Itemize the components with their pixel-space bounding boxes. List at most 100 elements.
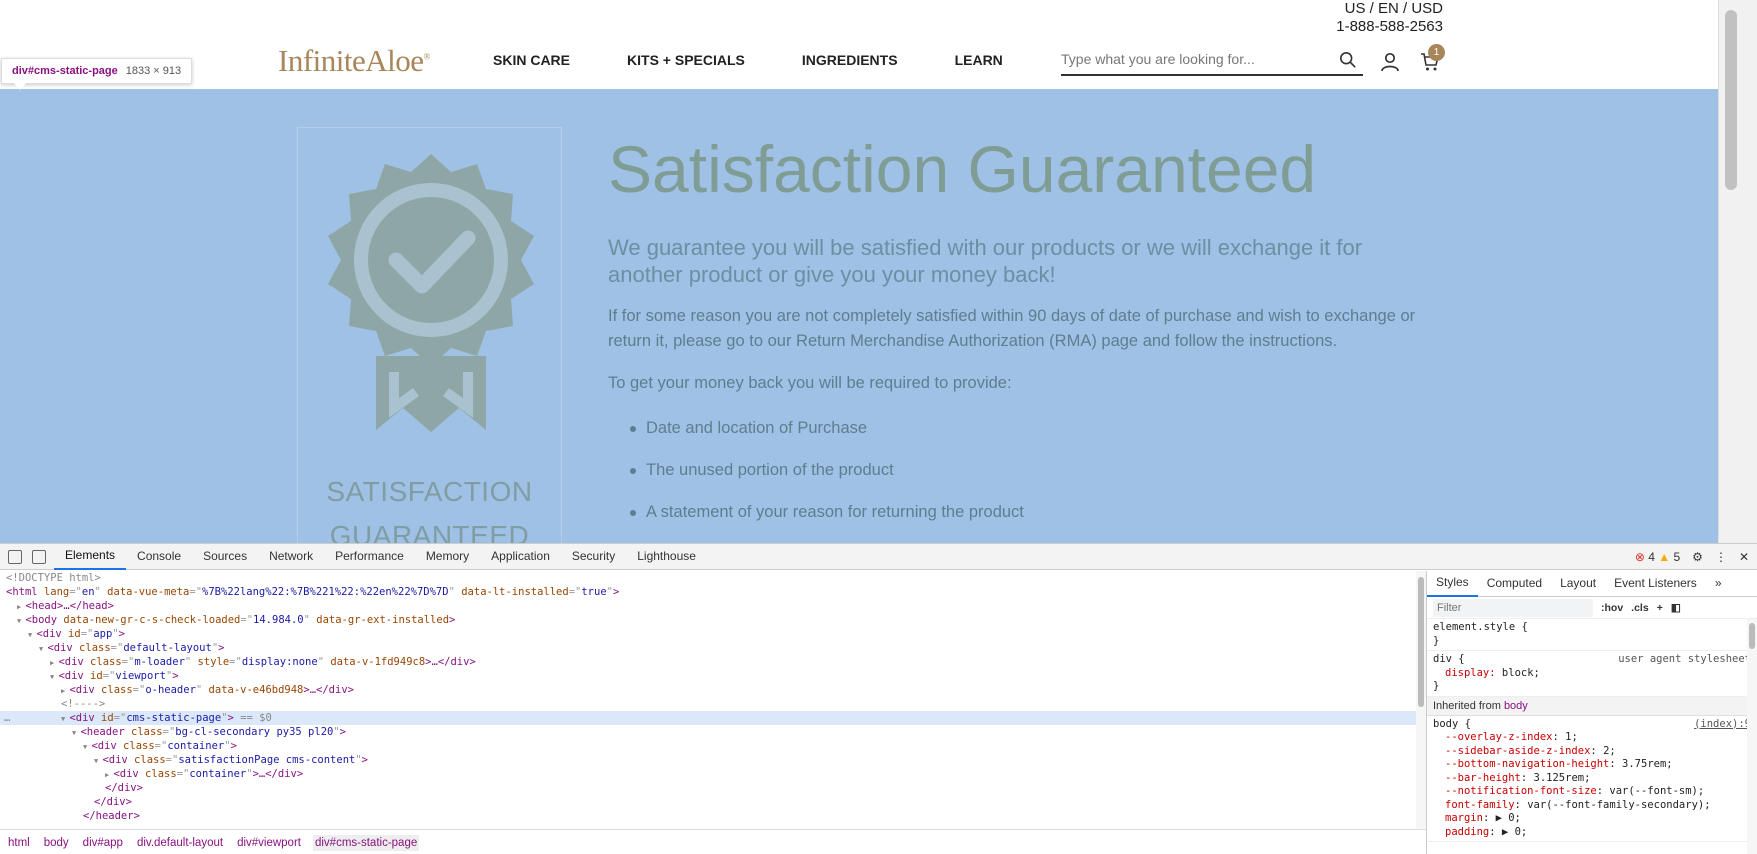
breadcrumb: html body div#app div.default-layout div… [0,829,1426,854]
dom-node-selected[interactable]: … ▼ <div id="cms-static-page"> == $0 [0,711,1416,725]
tab-performance[interactable]: Performance [324,544,415,569]
crumb-app[interactable]: div#app [81,835,125,851]
css-property[interactable]: font-family: var(--font-family-secondary… [1433,799,1751,813]
dom-attr-value: o-header [145,684,196,696]
dom-node[interactable]: ▼ <div id="viewport"> [0,669,1416,683]
new-rule-icon[interactable]: + [1657,602,1663,614]
dom-node[interactable]: ▼ <div class="container"> [0,739,1416,753]
guarantee-lead: We guarantee you will be satisfied with … [608,235,1363,287]
close-icon[interactable]: ✕ [1739,550,1749,564]
hov-toggle[interactable]: :hov [1601,602,1623,614]
tab-application[interactable]: Application [480,544,561,569]
issue-counter[interactable]: ⊗ 4 ▲ 5 [1635,550,1680,564]
dom-node[interactable]: ▶ <head>…</head> [0,599,1416,613]
css-prop-value: 1; [1565,731,1578,743]
element-style-selector[interactable]: element.style { [1433,621,1751,635]
css-property[interactable]: --sidebar-aside-z-index: 2; [1433,745,1751,759]
css-sep: : [1590,744,1604,757]
dom-node[interactable]: ▼ <header class="bg-cl-secondary py35 pl… [0,725,1416,739]
css-property[interactable]: --bottom-navigation-height: 3.75rem; [1433,758,1751,772]
dom-node[interactable]: <html lang="en" data-vue-meta="%7B%22lan… [0,585,1416,599]
dom-node[interactable]: ▼ <body data-new-gr-c-s-check-loaded="14… [0,613,1416,627]
dom-tree-scrollbar[interactable] [1416,571,1426,829]
ua-prop: display [1445,666,1490,679]
dom-attr-name: data-vue-meta [100,586,190,598]
site-logo[interactable]: InfiniteAloe® [278,43,430,79]
tab-network[interactable]: Network [258,544,324,569]
styles-sidebar: Styles Computed Layout Event Listeners »… [1426,571,1757,854]
dom-node[interactable]: ▶ <div class="o-header" data-v-e46bd948>… [0,683,1416,697]
locale-selector[interactable]: US / EN / USD [1336,0,1443,18]
page-scrollbar[interactable] [1718,0,1757,543]
cms-static-page: SATISFACTION GUARANTEED Satisfaction Gua… [0,89,1718,543]
css-property[interactable]: --notification-font-size: var(--font-sm)… [1433,785,1751,799]
tab-memory[interactable]: Memory [415,544,480,569]
tab-event-listeners[interactable]: Event Listeners [1605,571,1706,596]
nav-learn[interactable]: LEARN [955,52,1003,68]
nav-ingredients[interactable]: INGREDIENTS [802,52,898,68]
tab-computed[interactable]: Computed [1478,571,1551,596]
cls-toggle[interactable]: .cls [1631,602,1649,614]
styles-scrollbar[interactable] [1747,619,1757,854]
phone-number[interactable]: 1-888-588-2563 [1336,18,1443,36]
dom-attr-name: class [94,684,133,696]
styles-scrollbar-thumb[interactable] [1749,623,1755,649]
styles-filter-bar: :hov .cls + ◧ [1427,597,1757,619]
css-property[interactable]: --overlay-z-index: 1; [1433,731,1751,745]
tab-console[interactable]: Console [126,544,192,569]
tab-security[interactable]: Security [561,544,626,569]
more-options-icon[interactable]: ⋮ [1715,550,1727,564]
css-prop-value: ▶ 0; [1501,825,1528,838]
dom-tag: <div [69,712,95,724]
dom-tag-close: > [339,726,346,738]
dom-attr-eq: =" [189,586,203,598]
tab-elements[interactable]: Elements [54,543,127,570]
search-input[interactable] [1061,45,1331,73]
crumb-viewport[interactable]: div#viewport [235,835,303,851]
nav-skin-care[interactable]: SKIN CARE [493,52,570,68]
badge-caption: SATISFACTION GUARANTEED [298,470,561,543]
dom-node[interactable]: ▶ <div class="m-loader" style="display:n… [0,655,1416,669]
crumb-default-layout[interactable]: div.default-layout [135,835,225,851]
dom-node[interactable]: </header> [0,809,1416,823]
nav-kits-specials[interactable]: KITS + SPECIALS [627,52,745,68]
css-property[interactable]: padding: ▶ 0; [1433,826,1751,840]
body-source-link[interactable]: (index):9 [1694,718,1751,732]
dom-tag: <div [113,768,139,780]
inspect-element-icon[interactable] [8,549,22,564]
styles-filter-input[interactable] [1433,598,1593,617]
tab-sources[interactable]: Sources [192,544,258,569]
device-toolbar-icon[interactable] [32,549,46,564]
dom-tag: <header [80,726,125,738]
account-icon[interactable] [1380,52,1400,72]
css-property[interactable]: --bar-height: 3.125rem; [1433,772,1751,786]
search-icon[interactable] [1339,51,1357,69]
dom-attr-name: data-v-1fd949c8 [324,656,426,668]
badge-caption-line2: GUARANTEED [329,520,530,543]
tab-layout[interactable]: Layout [1551,571,1605,596]
dom-node[interactable]: <!----> [0,697,1416,711]
dom-node[interactable]: </div> [0,795,1416,809]
css-property[interactable]: margin: ▶ 0; [1433,812,1751,826]
tab-lighthouse[interactable]: Lighthouse [626,544,707,569]
error-count: 4 [1648,549,1655,564]
dom-scrollbar-thumb[interactable] [1418,577,1424,707]
dom-node[interactable]: </div> [0,781,1416,795]
inherited-tag[interactable]: body [1504,700,1528,712]
page-scrollbar-thumb[interactable] [1725,10,1737,190]
more-tabs-icon[interactable]: » [1706,571,1731,596]
dom-tag: <head [25,600,58,612]
dom-node[interactable]: ▼ <div class="satisfactionPage cms-conte… [0,753,1416,767]
dom-attr-eq: =" [110,642,124,654]
crumb-body[interactable]: body [42,835,71,851]
dom-node[interactable]: ▼ <div id="app"> [0,627,1416,641]
crumb-html[interactable]: html [6,835,32,851]
settings-icon[interactable]: ⚙ [1692,550,1703,564]
dom-node[interactable]: <!DOCTYPE html> [0,571,1416,585]
dom-attr-eq: =" [80,628,94,640]
crumb-cms-static-page[interactable]: div#cms-static-page [312,834,420,851]
tab-styles[interactable]: Styles [1427,571,1478,597]
toggle-sidebar-icon[interactable]: ◧ [1671,602,1681,614]
dom-node[interactable]: ▶ <div class="container">…</div> [0,767,1416,781]
dom-node[interactable]: ▼ <div class="default-layout"> [0,641,1416,655]
